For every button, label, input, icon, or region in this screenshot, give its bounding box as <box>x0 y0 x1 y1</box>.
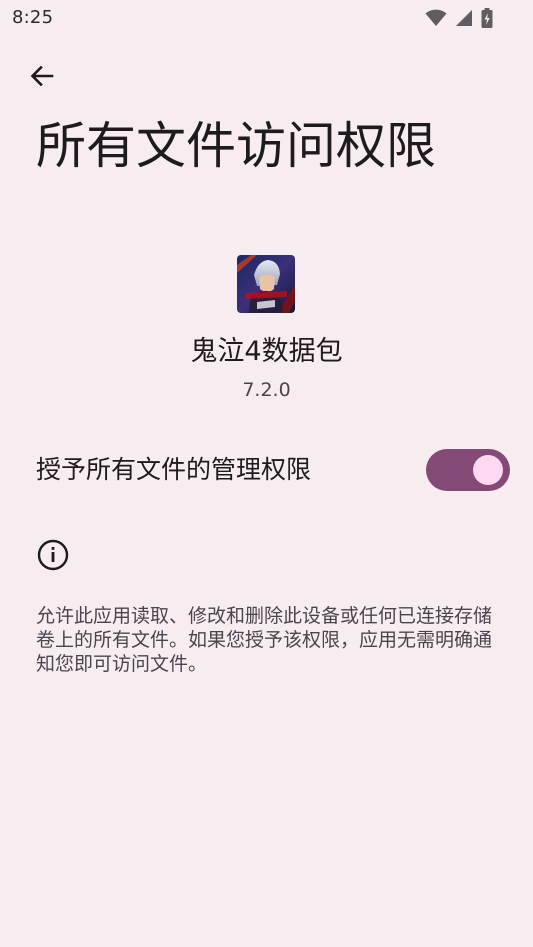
arrow-back-icon <box>28 62 56 94</box>
permission-screen: 8:25 所有文件访问权限 鬼泣4数据包 7.2.0 授予所有文件的管理权限 允… <box>0 0 533 947</box>
app-name: 鬼泣4数据包 <box>190 336 343 367</box>
app-version: 7.2.0 <box>242 379 291 401</box>
all-files-permission-row[interactable]: 授予所有文件的管理权限 <box>0 436 533 504</box>
back-button[interactable] <box>20 56 64 100</box>
status-icons <box>425 8 493 28</box>
status-bar: 8:25 <box>0 0 533 36</box>
permission-toggle[interactable] <box>426 449 510 491</box>
cellular-signal-icon <box>455 9 473 27</box>
battery-charging-icon <box>481 8 493 28</box>
page-title: 所有文件访问权限 <box>36 117 436 175</box>
toggle-thumb <box>473 455 503 485</box>
status-time: 8:25 <box>12 7 54 28</box>
wifi-icon <box>425 9 447 27</box>
game-cover-icon <box>237 255 295 313</box>
permission-description: 允许此应用读取、修改和删除此设备或任何已连接存储卷上的所有文件。如果您授予该权限… <box>36 605 493 675</box>
info-icon <box>36 538 70 572</box>
permission-label: 授予所有文件的管理权限 <box>36 455 312 484</box>
